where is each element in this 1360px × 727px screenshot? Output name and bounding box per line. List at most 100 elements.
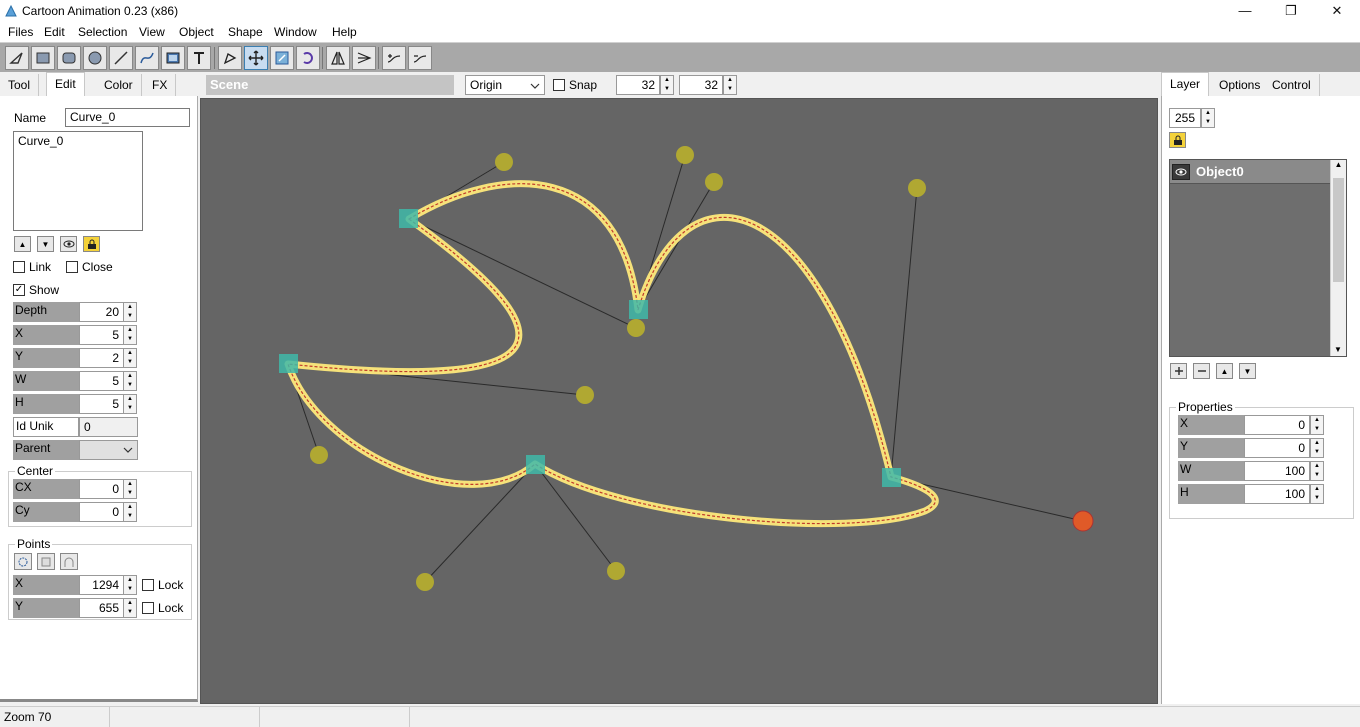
tab-options[interactable]: Options bbox=[1211, 74, 1270, 96]
tab-layer[interactable]: Layer bbox=[1161, 72, 1210, 96]
layer-h-spinner[interactable]: ▲ ▼ bbox=[1310, 484, 1324, 504]
y-spinner[interactable]: ▲ ▼ bbox=[123, 348, 137, 368]
tab-tool[interactable]: Tool bbox=[0, 74, 40, 96]
point-y-input[interactable]: 655 bbox=[79, 598, 124, 618]
image-icon[interactable] bbox=[161, 46, 185, 70]
y-input[interactable]: 2 bbox=[79, 348, 124, 368]
point-corner-icon[interactable] bbox=[37, 553, 55, 570]
menu-view[interactable]: View bbox=[139, 25, 165, 39]
cx-spinner[interactable]: ▲ ▼ bbox=[123, 479, 137, 499]
curve-icon[interactable] bbox=[135, 46, 159, 70]
point-x-spinner[interactable]: ▲ ▼ bbox=[123, 575, 137, 595]
lock-icon[interactable] bbox=[83, 236, 100, 252]
x-label: X bbox=[13, 325, 79, 345]
layer-w-input[interactable]: 100 bbox=[1244, 461, 1310, 481]
toolbar-separator bbox=[378, 47, 379, 69]
grid-x-input[interactable]: 32 bbox=[616, 75, 660, 95]
align-icon[interactable] bbox=[352, 46, 376, 70]
close-checkbox[interactable]: Close bbox=[66, 260, 113, 274]
tab-edit[interactable]: Edit bbox=[46, 72, 85, 96]
tab-fx[interactable]: FX bbox=[144, 74, 177, 96]
layer-visibility-icon[interactable] bbox=[1172, 164, 1190, 180]
cy-spinner[interactable]: ▲ ▼ bbox=[123, 502, 137, 522]
scene-canvas[interactable] bbox=[200, 98, 1158, 704]
alpha-spinner[interactable]: ▲ ▼ bbox=[1201, 108, 1215, 128]
origin-dropdown[interactable]: Origin bbox=[465, 75, 545, 95]
rectangle-icon[interactable] bbox=[31, 46, 55, 70]
point-x-input[interactable]: 1294 bbox=[79, 575, 124, 595]
layer-x-spinner[interactable]: ▲ ▼ bbox=[1310, 415, 1324, 435]
remove-layer-icon[interactable] bbox=[1193, 363, 1210, 379]
link-checkbox[interactable]: Link bbox=[13, 260, 51, 274]
line-icon[interactable] bbox=[109, 46, 133, 70]
layer-y-input[interactable]: 0 bbox=[1244, 438, 1310, 458]
point-curve-icon[interactable] bbox=[60, 553, 78, 570]
move-up-button[interactable]: ▲ bbox=[14, 236, 31, 252]
menu-edit[interactable]: Edit bbox=[44, 25, 65, 39]
node-add-icon[interactable] bbox=[382, 46, 406, 70]
text-icon[interactable] bbox=[187, 46, 211, 70]
menu-selection[interactable]: Selection bbox=[78, 25, 127, 39]
rounded-rectangle-icon[interactable] bbox=[57, 46, 81, 70]
tab-color[interactable]: Color bbox=[96, 74, 142, 96]
name-input[interactable]: Curve_0 bbox=[65, 108, 190, 127]
layer-h-input[interactable]: 100 bbox=[1244, 484, 1310, 504]
x-input[interactable]: 5 bbox=[79, 325, 124, 345]
h-input[interactable]: 5 bbox=[79, 394, 124, 414]
scrollbar-thumb[interactable] bbox=[1333, 178, 1344, 282]
idunik-input[interactable]: 0 bbox=[79, 417, 138, 437]
visibility-eye-icon[interactable] bbox=[60, 236, 77, 252]
list-item[interactable]: Curve_0 bbox=[18, 134, 138, 148]
flip-icon[interactable] bbox=[326, 46, 350, 70]
tab-control[interactable]: Control bbox=[1264, 74, 1320, 96]
point-y-spinner[interactable]: ▲ ▼ bbox=[123, 598, 137, 618]
layer-list-scrollbar[interactable]: ▲ ▼ bbox=[1330, 160, 1346, 356]
x-spinner[interactable]: ▲ ▼ bbox=[123, 325, 137, 345]
scene-drawing[interactable] bbox=[201, 99, 1157, 703]
node-remove-icon[interactable] bbox=[408, 46, 432, 70]
w-input[interactable]: 5 bbox=[79, 371, 124, 391]
point-y-lock-checkbox[interactable]: Lock bbox=[142, 601, 183, 615]
object-layer-list[interactable]: Object0 ▲ ▼ bbox=[1169, 159, 1347, 357]
show-checkbox[interactable]: ✓ Show bbox=[13, 283, 59, 297]
alpha-input[interactable]: 255 bbox=[1169, 108, 1201, 128]
parent-dropdown[interactable] bbox=[79, 440, 138, 460]
layer-row[interactable]: Object0 bbox=[1170, 160, 1330, 184]
grid-x-spinner[interactable]: ▲ ▼ bbox=[660, 75, 674, 95]
minimize-button[interactable]: — bbox=[1222, 0, 1268, 22]
ellipse-icon[interactable] bbox=[83, 46, 107, 70]
menu-files[interactable]: Files bbox=[8, 25, 33, 39]
menu-help[interactable]: Help bbox=[332, 25, 357, 39]
layer-up-button[interactable]: ▲ bbox=[1216, 363, 1233, 379]
rotate-icon[interactable] bbox=[296, 46, 320, 70]
depth-spinner[interactable]: ▲ ▼ bbox=[123, 302, 137, 322]
pen-edit-icon[interactable] bbox=[218, 46, 242, 70]
menu-object[interactable]: Object bbox=[179, 25, 214, 39]
menu-window[interactable]: Window bbox=[274, 25, 317, 39]
maximize-button[interactable]: ❐ bbox=[1268, 0, 1314, 22]
layer-lock-icon[interactable] bbox=[1169, 132, 1186, 148]
move-icon[interactable] bbox=[244, 46, 268, 70]
scale-icon[interactable] bbox=[270, 46, 294, 70]
layer-down-button[interactable]: ▼ bbox=[1239, 363, 1256, 379]
layer-w-spinner[interactable]: ▲ ▼ bbox=[1310, 461, 1324, 481]
point-x-lock-checkbox[interactable]: Lock bbox=[142, 578, 183, 592]
w-spinner[interactable]: ▲ ▼ bbox=[123, 371, 137, 391]
depth-row: Depth 20 ▲ ▼ bbox=[13, 302, 138, 322]
menu-shape[interactable]: Shape bbox=[228, 25, 263, 39]
cx-input[interactable]: 0 bbox=[79, 479, 124, 499]
grid-y-spinner[interactable]: ▲ ▼ bbox=[723, 75, 737, 95]
grid-y-input[interactable]: 32 bbox=[679, 75, 723, 95]
select-arrow-icon[interactable] bbox=[5, 46, 29, 70]
add-layer-icon[interactable] bbox=[1170, 363, 1187, 379]
layer-y-spinner[interactable]: ▲ ▼ bbox=[1310, 438, 1324, 458]
object-list[interactable]: Curve_0 bbox=[13, 131, 143, 231]
snap-checkbox[interactable]: Snap bbox=[553, 78, 597, 92]
h-spinner[interactable]: ▲ ▼ bbox=[123, 394, 137, 414]
cy-input[interactable]: 0 bbox=[79, 502, 124, 522]
depth-input[interactable]: 20 bbox=[79, 302, 124, 322]
close-window-button[interactable]: ✕ bbox=[1314, 0, 1360, 22]
point-smooth-icon[interactable] bbox=[14, 553, 32, 570]
layer-x-input[interactable]: 0 bbox=[1244, 415, 1310, 435]
move-down-button[interactable]: ▼ bbox=[37, 236, 54, 252]
